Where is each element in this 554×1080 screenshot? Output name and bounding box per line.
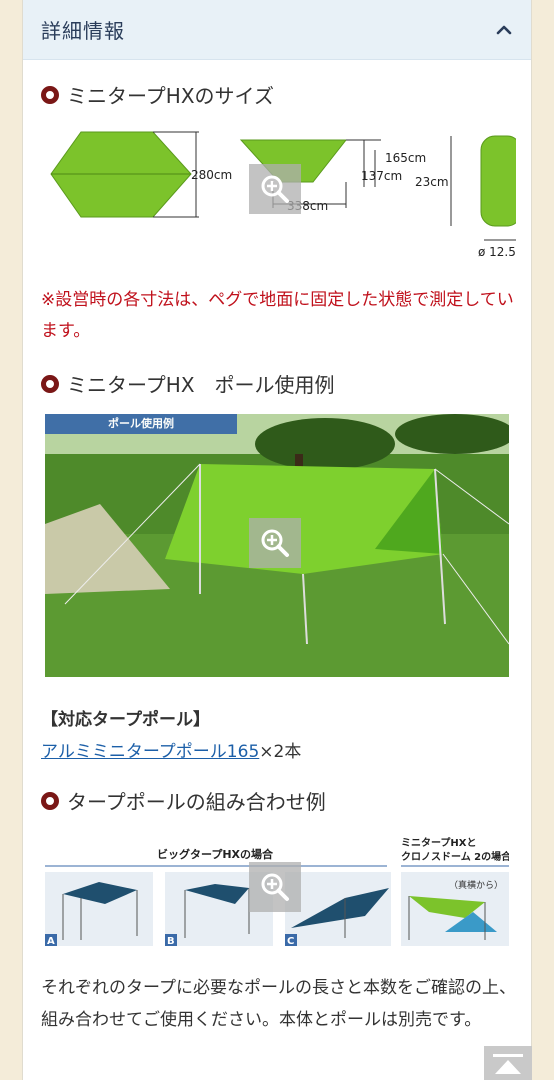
- bag-diameter-label: ø 12.5cm: [478, 245, 516, 259]
- photo-badge: ポール使用例: [45, 414, 237, 434]
- mini-label-1: ミニタープHXと: [401, 836, 476, 849]
- accordion-header[interactable]: 詳細情報: [23, 0, 531, 60]
- combo-letter-b: B: [167, 936, 175, 947]
- bullet-icon: [41, 791, 59, 810]
- pole-product-link[interactable]: アルミミニタープポール165: [41, 742, 259, 762]
- chevron-up-icon[interactable]: [495, 21, 513, 39]
- combo-letter-c: C: [287, 936, 294, 947]
- size-section-title: ミニタープHXのサイズ: [41, 80, 274, 109]
- combo-description: それぞれのタープに必要なポールの長さと本数をご確認の上、組み合わせてご使用くださ…: [41, 978, 516, 1030]
- combo-section-title: タープポールの組み合わせ例: [41, 786, 326, 815]
- pole-count: ×2本: [259, 742, 302, 762]
- zoom-in-icon: [261, 529, 289, 557]
- bullet-icon: [41, 85, 59, 104]
- mini-label-2: クロノスドーム 2の場合: [401, 850, 509, 863]
- zoom-button-size[interactable]: [249, 164, 301, 214]
- side-low-label: 137cm: [361, 169, 402, 183]
- view-label: （真横から）: [449, 879, 503, 891]
- arrow-up-icon: [493, 1054, 523, 1074]
- pole-heading: 【対応タープポール】: [41, 710, 210, 730]
- big-tarp-label: ビッグタープHXの場合: [157, 847, 274, 861]
- depth-label: 280cm: [191, 168, 232, 182]
- scroll-to-top-button[interactable]: [484, 1046, 532, 1080]
- combo-title-text: タープポールの組み合わせ例: [67, 790, 326, 814]
- combo-letter-a: A: [47, 936, 55, 947]
- pole-section-title: ミニタープHX ポール使用例: [41, 369, 335, 398]
- pole-title-text: ミニタープHX ポール使用例: [67, 373, 335, 397]
- measurement-note: ※設営時の各寸法は、ペグで地面に固定した状態で測定しています。: [41, 290, 514, 341]
- zoom-button-photo[interactable]: [249, 518, 301, 568]
- zoom-in-icon: [261, 873, 289, 901]
- detail-panel: 詳細情報 ミニタープHXのサイズ 280cm 165cm 137cm 338cm…: [22, 0, 532, 1080]
- stuff-bag: [480, 135, 516, 227]
- zoom-in-icon: [261, 175, 289, 203]
- size-title-text: ミニタープHXのサイズ: [67, 84, 274, 108]
- zoom-button-combo[interactable]: [249, 862, 301, 912]
- bag-height-label: 23cm: [415, 175, 449, 189]
- pole-line: アルミミニタープポール165×2本: [41, 737, 301, 762]
- side-high-label: 165cm: [385, 151, 426, 165]
- bullet-icon: [41, 374, 59, 393]
- accordion-title: 詳細情報: [41, 19, 125, 43]
